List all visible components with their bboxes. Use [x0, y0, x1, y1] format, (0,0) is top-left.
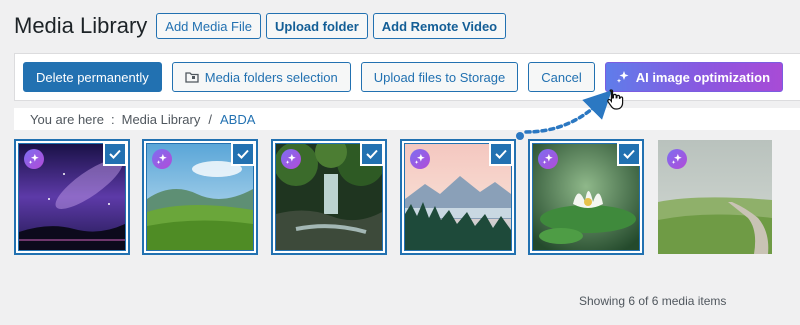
add-remote-video-button[interactable]: Add Remote Video [372, 13, 507, 39]
media-item[interactable] [528, 139, 644, 255]
breadcrumb-root-link[interactable]: Media Library [122, 112, 201, 127]
checkmark-icon[interactable] [360, 142, 384, 166]
media-item[interactable] [271, 139, 387, 255]
title-row: Media Library Add Media File Upload fold… [14, 13, 511, 39]
hand-pointer-cursor-icon [606, 88, 624, 115]
breadcrumb-separator: / [208, 111, 212, 127]
sparkle-icon [24, 149, 44, 169]
sparkle-icon [152, 149, 172, 169]
breadcrumb: You are here : Media Library / ABDA [14, 108, 800, 130]
sparkle-icon [616, 71, 629, 83]
folder-icon [185, 71, 199, 83]
breadcrumb-prefix: You are here [30, 111, 104, 127]
checkmark-icon[interactable] [489, 142, 513, 166]
media-item[interactable] [400, 139, 516, 255]
add-media-file-button[interactable]: Add Media File [156, 13, 261, 39]
media-item[interactable] [14, 139, 130, 255]
upload-files-to-storage-button[interactable]: Upload files to Storage [360, 62, 519, 92]
delete-permanently-button[interactable]: Delete permanently [23, 62, 162, 92]
sparkle-icon [538, 149, 558, 169]
checkmark-icon[interactable] [103, 142, 127, 166]
cancel-button[interactable]: Cancel [528, 62, 595, 92]
ai-image-optimization-button[interactable]: AI image optimization [604, 62, 784, 92]
sparkle-icon [410, 149, 430, 169]
upload-folder-button[interactable]: Upload folder [266, 13, 368, 39]
media-folders-selection-button[interactable]: Media folders selection [171, 62, 351, 92]
checkmark-icon[interactable] [617, 142, 641, 166]
ai-image-optimization-label: AI image optimization [635, 69, 771, 85]
media-item[interactable] [658, 140, 772, 254]
page-title: Media Library [14, 13, 148, 38]
breadcrumb-current-folder[interactable]: ABDA [220, 112, 255, 127]
sparkle-icon [281, 149, 301, 169]
media-item[interactable] [142, 139, 258, 255]
media-folders-selection-label: Media folders selection [204, 69, 338, 85]
sparkle-icon [667, 149, 687, 169]
checkmark-icon[interactable] [231, 142, 255, 166]
media-count: Showing 6 of 6 media items [579, 294, 727, 308]
breadcrumb-colon: : [110, 111, 115, 127]
bulk-select-toolbar: Delete permanently Media folders selecti… [14, 53, 800, 101]
